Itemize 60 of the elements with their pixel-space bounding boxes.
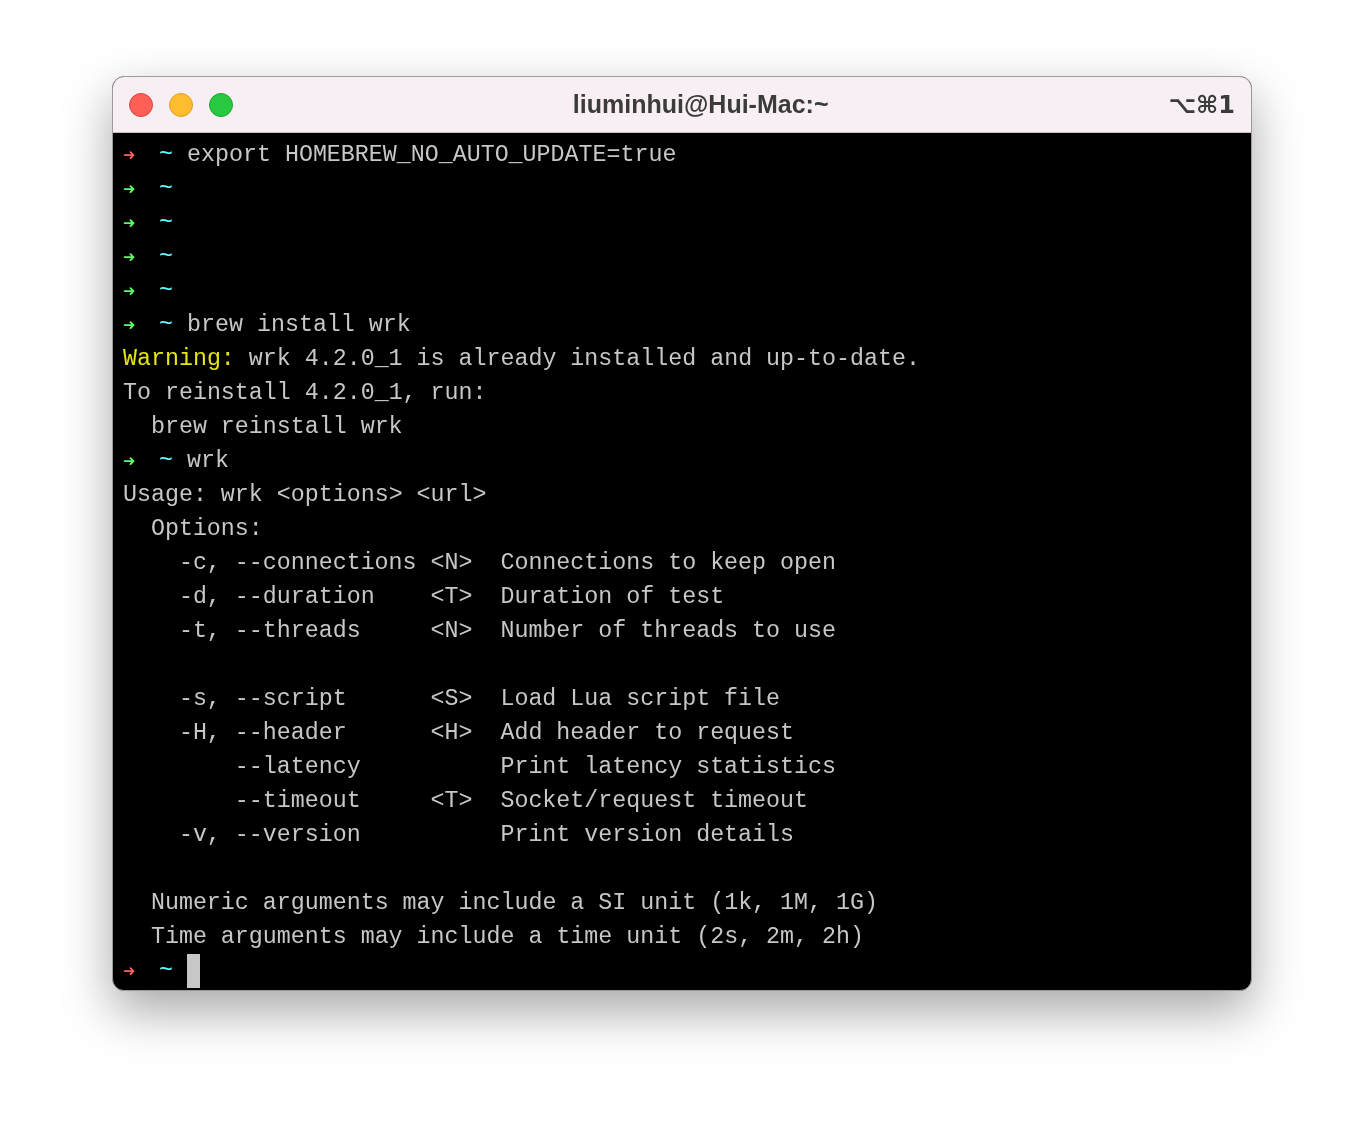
command-text: brew install wrk — [187, 311, 411, 340]
long-option-name: --threads — [234, 618, 361, 644]
prompt-directory: ~ — [159, 957, 175, 986]
prompt-directory: ~ — [159, 311, 175, 340]
option-argument: <N> — [430, 618, 473, 644]
prompt-directory: ~ — [159, 277, 175, 306]
short-option-name: -s, — [178, 686, 221, 712]
long-option-name: --version — [234, 822, 361, 848]
minimize-button[interactable] — [169, 92, 193, 117]
prompt-directory: ~ — [159, 175, 175, 204]
output-text: To reinstall 4.2.0_1, run: — [123, 379, 487, 408]
output-text: Options: — [150, 515, 263, 544]
long-option-name: --connections — [234, 550, 417, 576]
short-option-name: -H, — [178, 720, 221, 746]
long-option-name: --header — [234, 720, 347, 746]
long-option-name: --duration — [234, 584, 375, 610]
long-option-name: --timeout — [234, 788, 361, 814]
output-text: Time arguments may include a time unit (2s, 2m, 2h) — [150, 923, 864, 952]
short-option-name: -v, — [178, 822, 221, 848]
prompt-directory: ~ — [159, 209, 175, 238]
option-argument: <T> — [430, 788, 473, 814]
keyboard-shortcut: ⌥⌘1 — [1168, 89, 1235, 121]
option-description: Connections to keep open — [500, 549, 836, 578]
long-option-name: --script — [234, 686, 347, 712]
short-option-name: -c, — [178, 550, 221, 576]
long-option-name: --latency — [234, 754, 361, 780]
output-text: Numeric arguments may include a SI unit (1k, 1M, 1G) — [150, 889, 878, 918]
prompt-directory: ~ — [159, 141, 175, 170]
warning-label: Warning: — [123, 345, 235, 374]
output-text: Usage: wrk <options> <url> — [123, 481, 487, 510]
prompt-arrow: ➜ — [123, 210, 137, 237]
option-description: Add header to request — [500, 719, 794, 748]
option-description: Load Lua script file — [500, 685, 781, 714]
output-text: brew reinstall wrk — [150, 413, 403, 442]
prompt-directory: ~ — [159, 447, 175, 476]
prompt-arrow: ➜ — [123, 958, 137, 985]
option-description: Duration of test — [500, 583, 725, 612]
prompt-arrow: ➜ — [123, 244, 137, 271]
option-argument: <N> — [430, 550, 473, 576]
option-description: Print version details — [500, 821, 794, 850]
option-description: Print latency statistics — [500, 753, 836, 782]
output-text: wrk 4.2.0_1 is already installed and up-to-date. — [248, 345, 920, 374]
option-argument: <H> — [430, 720, 473, 746]
command-text: export HOMEBREW_NO_AUTO_UPDATE=true — [187, 141, 677, 170]
prompt-arrow: ➜ — [123, 278, 137, 305]
prompt-directory: ~ — [159, 243, 175, 272]
prompt-arrow: ➜ — [123, 176, 137, 203]
close-button[interactable] — [129, 92, 153, 117]
prompt-arrow: ➜ — [123, 448, 137, 475]
zoom-button[interactable] — [209, 92, 233, 117]
short-option-name: -t, — [178, 618, 221, 644]
prompt-arrow: ➜ — [123, 312, 137, 339]
command-text: wrk — [187, 447, 229, 476]
short-option-name: -d, — [178, 584, 221, 610]
prompt-arrow: ➜ — [123, 142, 137, 169]
option-description: Number of threads to use — [500, 617, 836, 646]
option-description: Socket/request timeout — [500, 787, 808, 816]
option-argument: <T> — [430, 584, 473, 610]
option-argument: <S> — [430, 686, 473, 712]
window-title: liuminhui@Hui-Mac:~ — [572, 88, 829, 120]
